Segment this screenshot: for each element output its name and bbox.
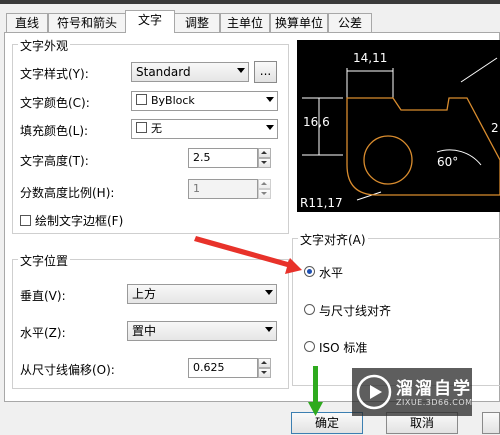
tab-label: 文字	[137, 13, 162, 27]
tab-text[interactable]: 文字	[125, 10, 175, 33]
annotation-overlay	[194, 236, 323, 416]
green-arrow-icon	[308, 366, 323, 416]
red-arrow-icon	[194, 236, 302, 274]
